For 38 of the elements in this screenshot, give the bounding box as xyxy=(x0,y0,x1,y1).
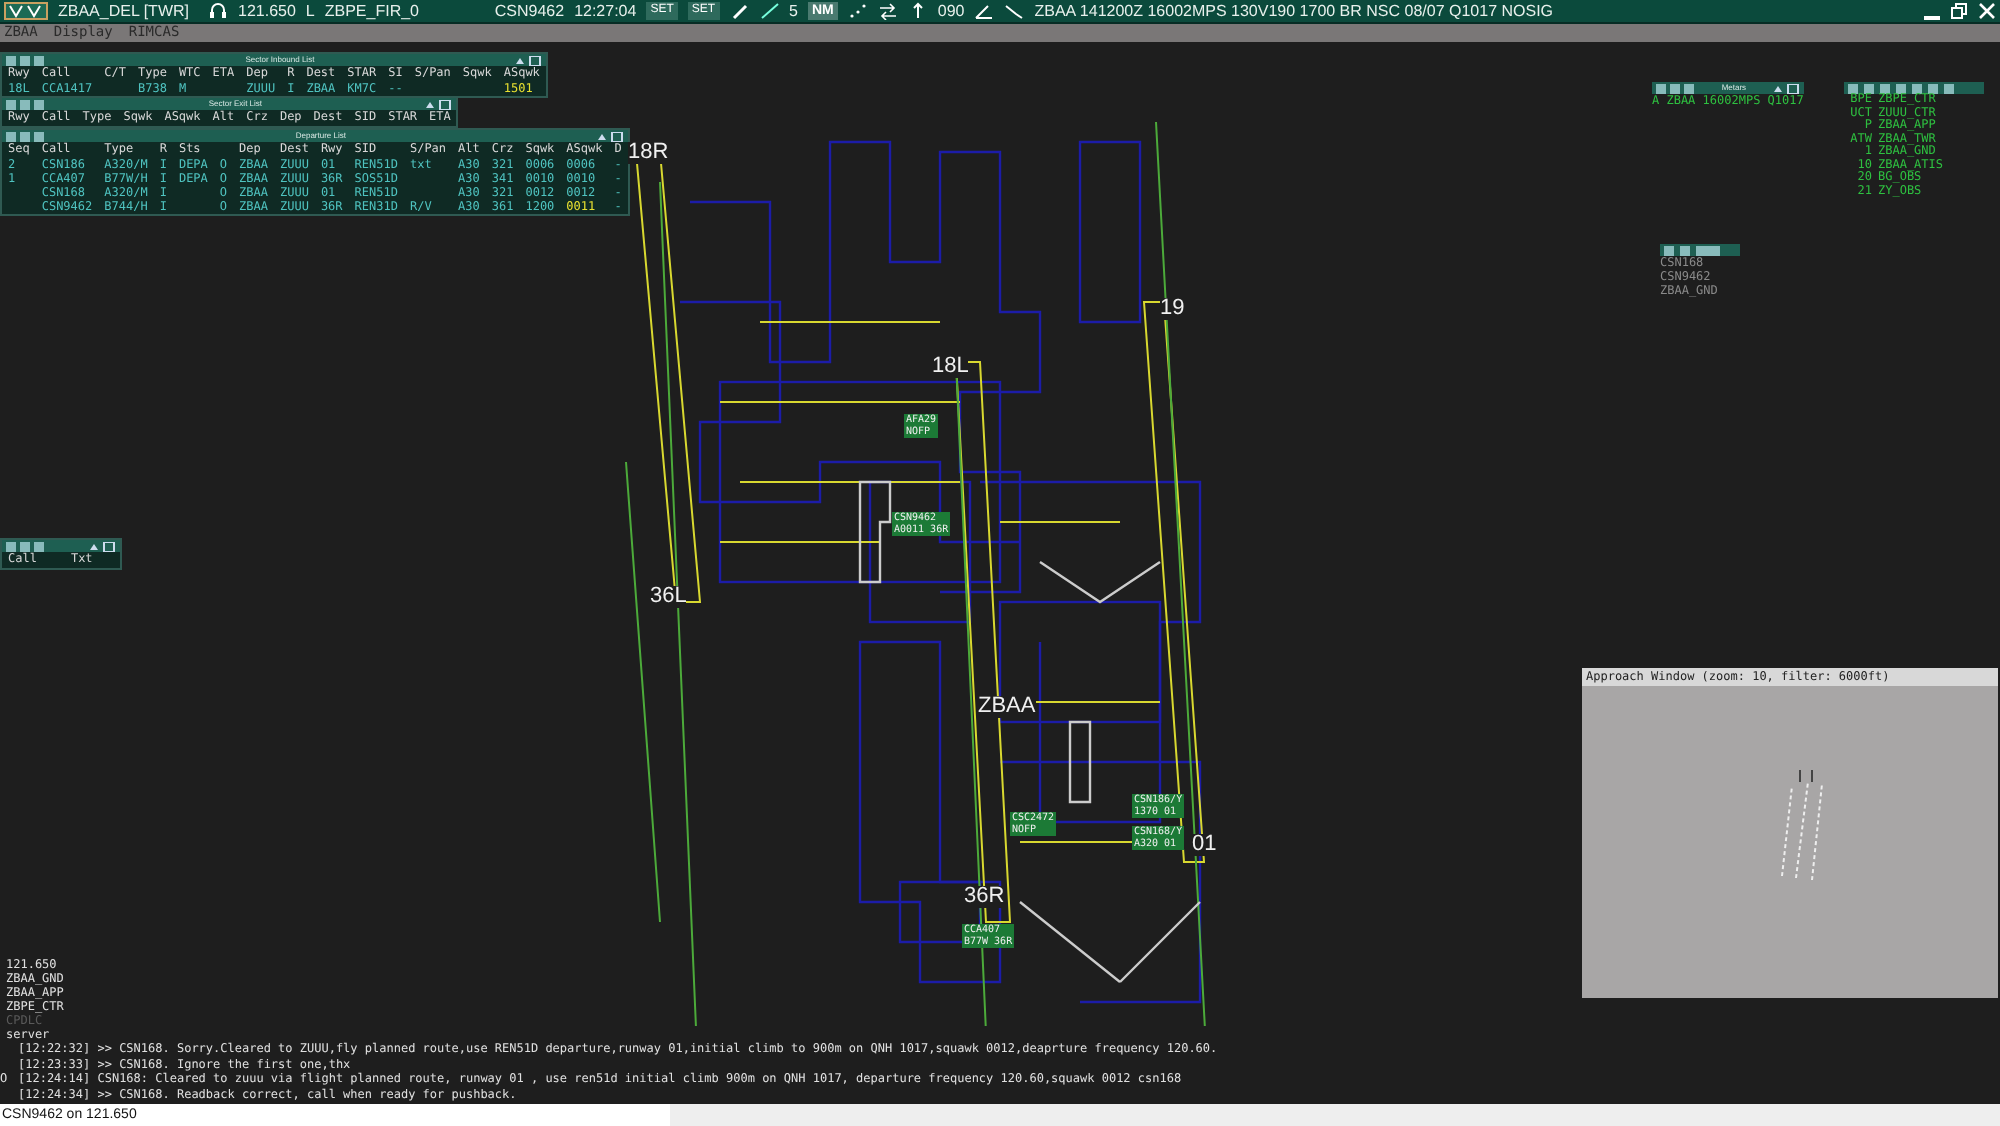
arrows-icon xyxy=(877,2,898,20)
mode-label: L xyxy=(305,2,315,20)
runway-label: 36R xyxy=(964,886,1005,908)
time-label: 12:27:04 xyxy=(574,2,637,20)
runway-label: 18R xyxy=(628,142,669,164)
fir-label: ZBPE_FIR_0 xyxy=(324,2,422,20)
airport-label: ZBAA xyxy=(978,696,1036,718)
metar-text: ZBAA 141200Z 16002MPS 130V190 1700 BR NSC 08/07 Q1017 NOSIG xyxy=(1034,2,1556,20)
frequency-label: 121.650 xyxy=(238,2,296,20)
wind-icon xyxy=(1004,2,1025,20)
heading-label: 090 xyxy=(937,2,965,20)
window-controls-icon xyxy=(513,55,542,65)
window-controls-icon xyxy=(424,99,453,109)
logo-icon xyxy=(4,2,48,20)
window-buttons-icon xyxy=(1664,245,1724,255)
range-label: 5 xyxy=(789,2,798,20)
minimize-icon xyxy=(1924,16,1940,20)
window-buttons-icon xyxy=(1656,83,1696,93)
position-label: ZBAA_DEL [TWR] xyxy=(58,2,191,20)
callsign-label: CSN9462 xyxy=(494,2,565,20)
close-icon xyxy=(1978,2,1996,20)
restore-icon xyxy=(1950,2,1968,20)
angle-icon xyxy=(974,2,995,20)
runway-label: 01 xyxy=(1192,834,1217,856)
window-controls-icon xyxy=(595,131,624,141)
window-controls-icon xyxy=(1771,83,1800,93)
runway-label: 18L xyxy=(932,356,969,378)
runway-label: 19 xyxy=(1160,298,1185,320)
pencil-icon xyxy=(729,2,750,20)
window-buttons-icon xyxy=(6,55,46,65)
runway-label: 36L xyxy=(650,586,687,608)
window-controls-icon xyxy=(88,541,117,551)
headset-icon xyxy=(208,2,228,20)
line-tool-icon xyxy=(759,2,780,20)
window-buttons-icon xyxy=(6,541,46,551)
window-buttons-icon xyxy=(6,99,46,109)
dots-icon xyxy=(847,2,868,20)
window-buttons-icon xyxy=(6,131,46,141)
